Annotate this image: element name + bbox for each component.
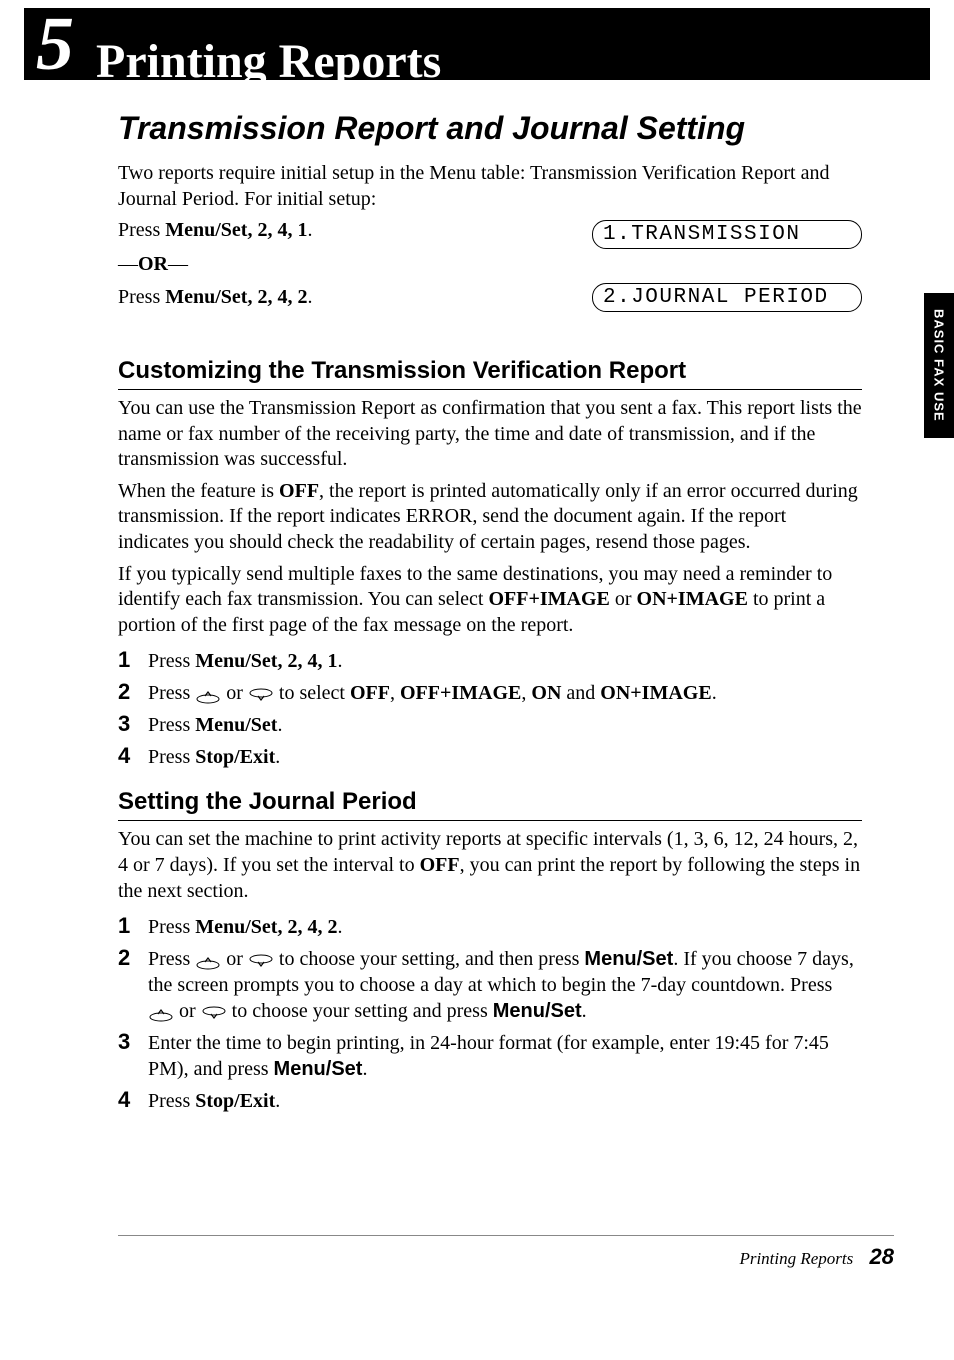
menu-set-key: Menu/Set [195,916,277,938]
comma: , [521,682,531,704]
press-line-2: Press Menu/Set, 2, 4, 2. [118,285,552,311]
footer-label: Printing Reports [739,1249,853,1268]
arrow-down-icon [248,685,274,701]
press-line-1: Press Menu/Set, 2, 4, 1. [118,218,552,244]
side-tab-label: BASIC FAX USE [932,309,947,422]
period: . [712,682,717,704]
arrow-up-icon [195,951,221,967]
period: . [337,650,342,672]
sub1-p3: If you typically send multiple faxes to … [118,562,862,639]
text: or [221,682,248,704]
text: or [610,588,637,610]
sub2-p1: You can set the machine to print activit… [118,827,862,904]
arrow-down-icon [201,1003,227,1019]
press-key: Menu/Set [165,219,247,241]
on-image-label: ON+IMAGE [600,682,711,704]
step-1: Press Menu/Set, 2, 4, 1. [118,648,862,674]
sub1-p1: You can use the Transmission Report as c… [118,396,862,473]
press-seq: , 2, 4, 2 [247,286,307,308]
lcd-display-1: 1.TRANSMISSION [592,220,862,249]
and: and [561,682,600,704]
text: Press [148,916,195,938]
text: to select [274,682,350,704]
step-3: Press Menu/Set. [118,712,862,738]
text: or [174,1000,201,1022]
side-tab: BASIC FAX USE [924,293,954,438]
text: or [221,948,248,970]
on-label: ON [531,682,561,704]
steps-list-1: Press Menu/Set, 2, 4, 1. Press or to sel… [118,648,862,770]
period: . [337,916,342,938]
off-image-label: OFF+IMAGE [488,588,609,610]
menu-set-key: Menu/Set [195,650,277,672]
menu-set-key: Menu/Set [584,948,673,970]
period: . [277,714,282,736]
comma: , [390,682,400,704]
or-text: OR [138,253,168,275]
press-key: Menu/Set [165,286,247,308]
step-3: Enter the time to begin printing, in 24-… [118,1030,862,1082]
off-label: OFF [350,682,390,704]
text: Press [148,948,195,970]
page-number: 28 [870,1244,894,1269]
text: Enter the time to begin printing, in 24-… [148,1032,829,1080]
key-seq: , 2, 4, 2 [277,916,337,938]
text: to choose your setting and press [227,1000,493,1022]
stop-exit-key: Stop/Exit [195,746,275,768]
text: to choose your setting, and then press [274,948,585,970]
press-prefix: Press [118,286,165,308]
page-footer: Printing Reports 28 [118,1235,894,1270]
or-line: —OR— [118,252,552,278]
menu-set-key: Menu/Set [493,1000,582,1022]
chapter-title: Printing Reports [96,38,441,86]
intro-text: Two reports require initial setup in the… [118,161,862,212]
arrow-up-icon [195,685,221,701]
text: Press [148,746,195,768]
step-1: Press Menu/Set, 2, 4, 2. [118,914,862,940]
step-2: Press or to choose your setting, and the… [118,946,862,1024]
press-period: . [307,286,312,308]
arrow-up-icon [148,1003,174,1019]
off-label: OFF [279,480,319,502]
step-4: Press Stop/Exit. [118,744,862,770]
period: . [275,746,280,768]
period: . [362,1058,367,1080]
period: . [582,1000,587,1022]
chapter-bar: 5 Printing Reports [24,8,930,80]
key-seq: , 2, 4, 1 [277,650,337,672]
sub1-p2: When the feature is OFF, the report is p… [118,479,862,556]
off-image-label: OFF+IMAGE [400,682,521,704]
text: When the feature is [118,480,279,502]
stop-exit-key: Stop/Exit [195,1090,275,1112]
text: Press [148,682,195,704]
press-prefix: Press [118,219,165,241]
chapter-number: 5 [36,6,74,82]
text: Press [148,1090,195,1112]
press-period: . [307,219,312,241]
lcd-display-2: 2.JOURNAL PERIOD [592,283,862,312]
period: . [275,1090,280,1112]
menu-set-key: Menu/Set [274,1058,363,1080]
text: Press [148,650,195,672]
subheading-customizing: Customizing the Transmission Verificatio… [118,357,862,390]
arrow-down-icon [248,951,274,967]
subheading-journal: Setting the Journal Period [118,788,862,821]
press-seq: , 2, 4, 1 [247,219,307,241]
step-2: Press or to select OFF, OFF+IMAGE, ON an… [118,680,862,706]
text: Press [148,714,195,736]
menu-set-key: Menu/Set [195,714,277,736]
section-title: Transmission Report and Journal Setting [118,110,862,147]
steps-list-2: Press Menu/Set, 2, 4, 2. Press or to cho… [118,914,862,1114]
on-image-label: ON+IMAGE [637,588,748,610]
step-4: Press Stop/Exit. [118,1088,862,1114]
off-label: OFF [420,854,460,876]
